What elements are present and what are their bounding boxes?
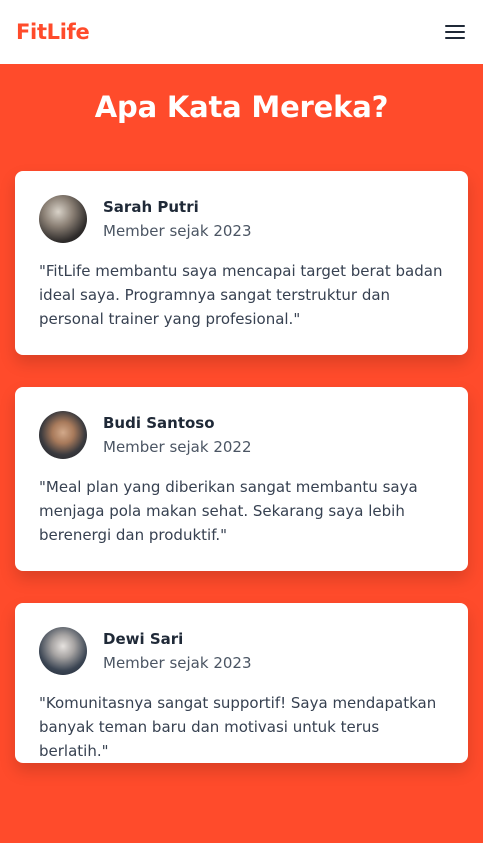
testimonial-meta: Budi Santoso Member sejak 2022 [103, 412, 252, 458]
member-name: Budi Santoso [103, 414, 215, 432]
testimonial-card: Sarah Putri Member sejak 2023 "FitLife m… [15, 171, 468, 355]
hamburger-menu-icon[interactable] [444, 23, 466, 41]
testimonial-header: Sarah Putri Member sejak 2023 [39, 195, 444, 243]
testimonial-quote: "Meal plan yang diberikan sangat membant… [39, 478, 418, 544]
member-name: Sarah Putri [103, 198, 199, 216]
testimonial-card: Budi Santoso Member sejak 2022 "Meal pla… [15, 387, 468, 571]
logo[interactable]: FitLife [16, 20, 90, 44]
member-since: Member sejak 2023 [103, 222, 252, 240]
member-since: Member sejak 2023 [103, 654, 252, 672]
testimonial-quote: "FitLife membantu saya mencapai target b… [39, 262, 443, 328]
testimonial-header: Budi Santoso Member sejak 2022 [39, 411, 444, 459]
avatar [39, 411, 87, 459]
menu-bar [445, 31, 465, 33]
menu-bar [445, 25, 465, 27]
section-title: Apa Kata Mereka? [94, 90, 389, 124]
member-name: Dewi Sari [103, 630, 184, 648]
testimonial-meta: Sarah Putri Member sejak 2023 [103, 196, 252, 242]
testimonial-card: Dewi Sari Member sejak 2023 "Komunitasny… [15, 603, 468, 763]
testimonial-quote: "Komunitasnya sangat supportif! Saya men… [39, 694, 437, 760]
member-since: Member sejak 2022 [103, 438, 252, 456]
testimonial-meta: Dewi Sari Member sejak 2023 [103, 628, 252, 674]
avatar [39, 195, 87, 243]
avatar [39, 627, 87, 675]
testimonials-section: Apa Kata Mereka? Sarah Putri Member seja… [0, 64, 483, 843]
navbar: FitLife [0, 0, 483, 64]
menu-bar [445, 37, 465, 39]
testimonial-header: Dewi Sari Member sejak 2023 [39, 627, 444, 675]
